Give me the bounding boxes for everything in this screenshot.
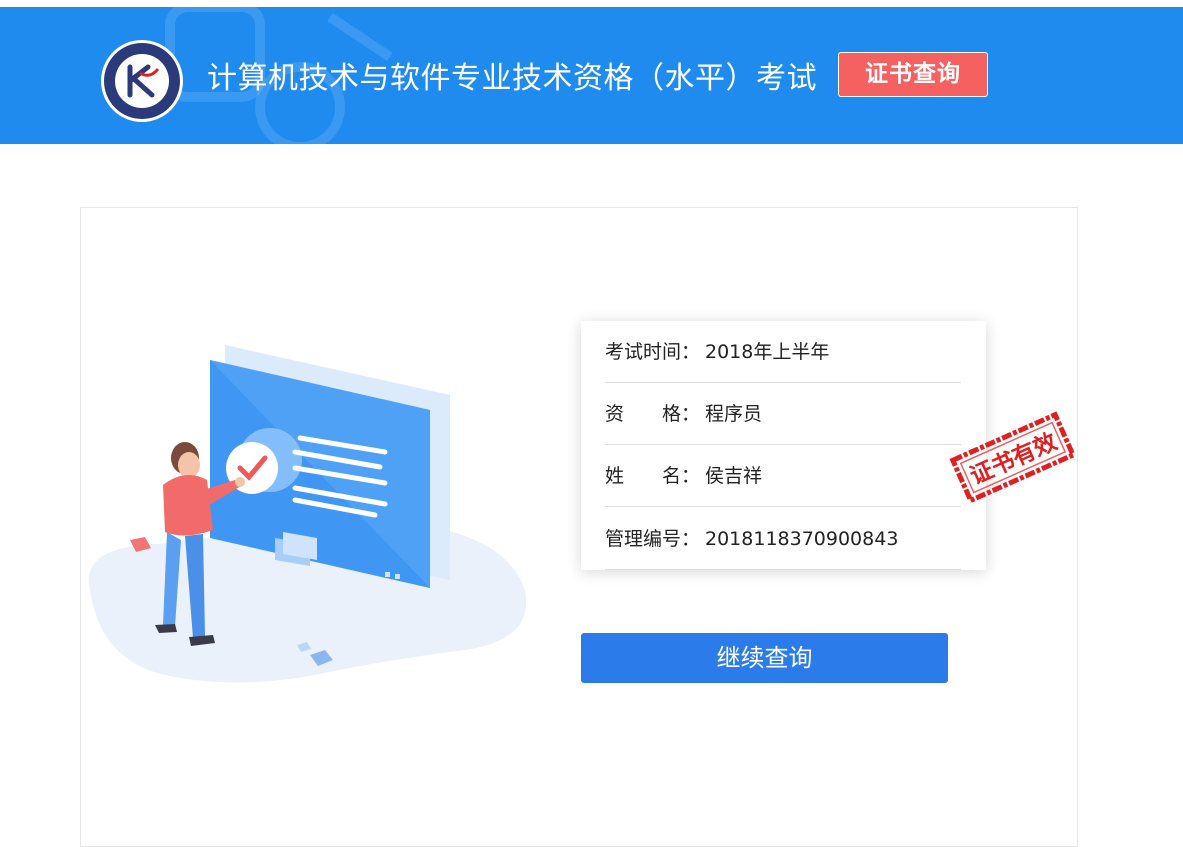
qualification-label: 资 格： [605,403,701,425]
qualification-value: 程序员 [705,403,763,425]
continue-query-button[interactable]: 继续查询 [581,633,948,683]
certificate-info-card: 考试时间： 2018年上半年 资 格： 程序员 姓 名： 侯吉祥 管理编号： 20181… [581,321,986,570]
cert-query-button[interactable]: 证书查询 [838,52,988,97]
illustration [88,345,527,683]
site-header: 计算机技术与软件专业技术资格（水平）考试 证书查询 [0,7,1183,144]
top-strip [0,0,1183,7]
ruankao-logo [101,40,183,122]
exam-time-label: 考试时间： [605,341,701,363]
exam-time-value: 2018年上半年 [705,341,830,363]
qualification-row: 资 格： 程序员 [605,383,961,445]
name-value: 侯吉祥 [705,465,763,487]
management-number-row: 管理编号： 2018118370900843 [605,508,961,570]
site-title: 计算机技术与软件专业技术资格（水平）考试 [207,61,817,96]
name-label: 姓 名： [605,465,701,487]
management-number-value: 2018118370900843 [705,528,899,550]
exam-time-row: 考试时间： 2018年上半年 [605,321,961,383]
certificate-valid-stamp: 证书有效 [949,411,1077,504]
management-number-label: 管理编号： [605,528,701,550]
name-row: 姓 名： 侯吉祥 [605,445,961,507]
